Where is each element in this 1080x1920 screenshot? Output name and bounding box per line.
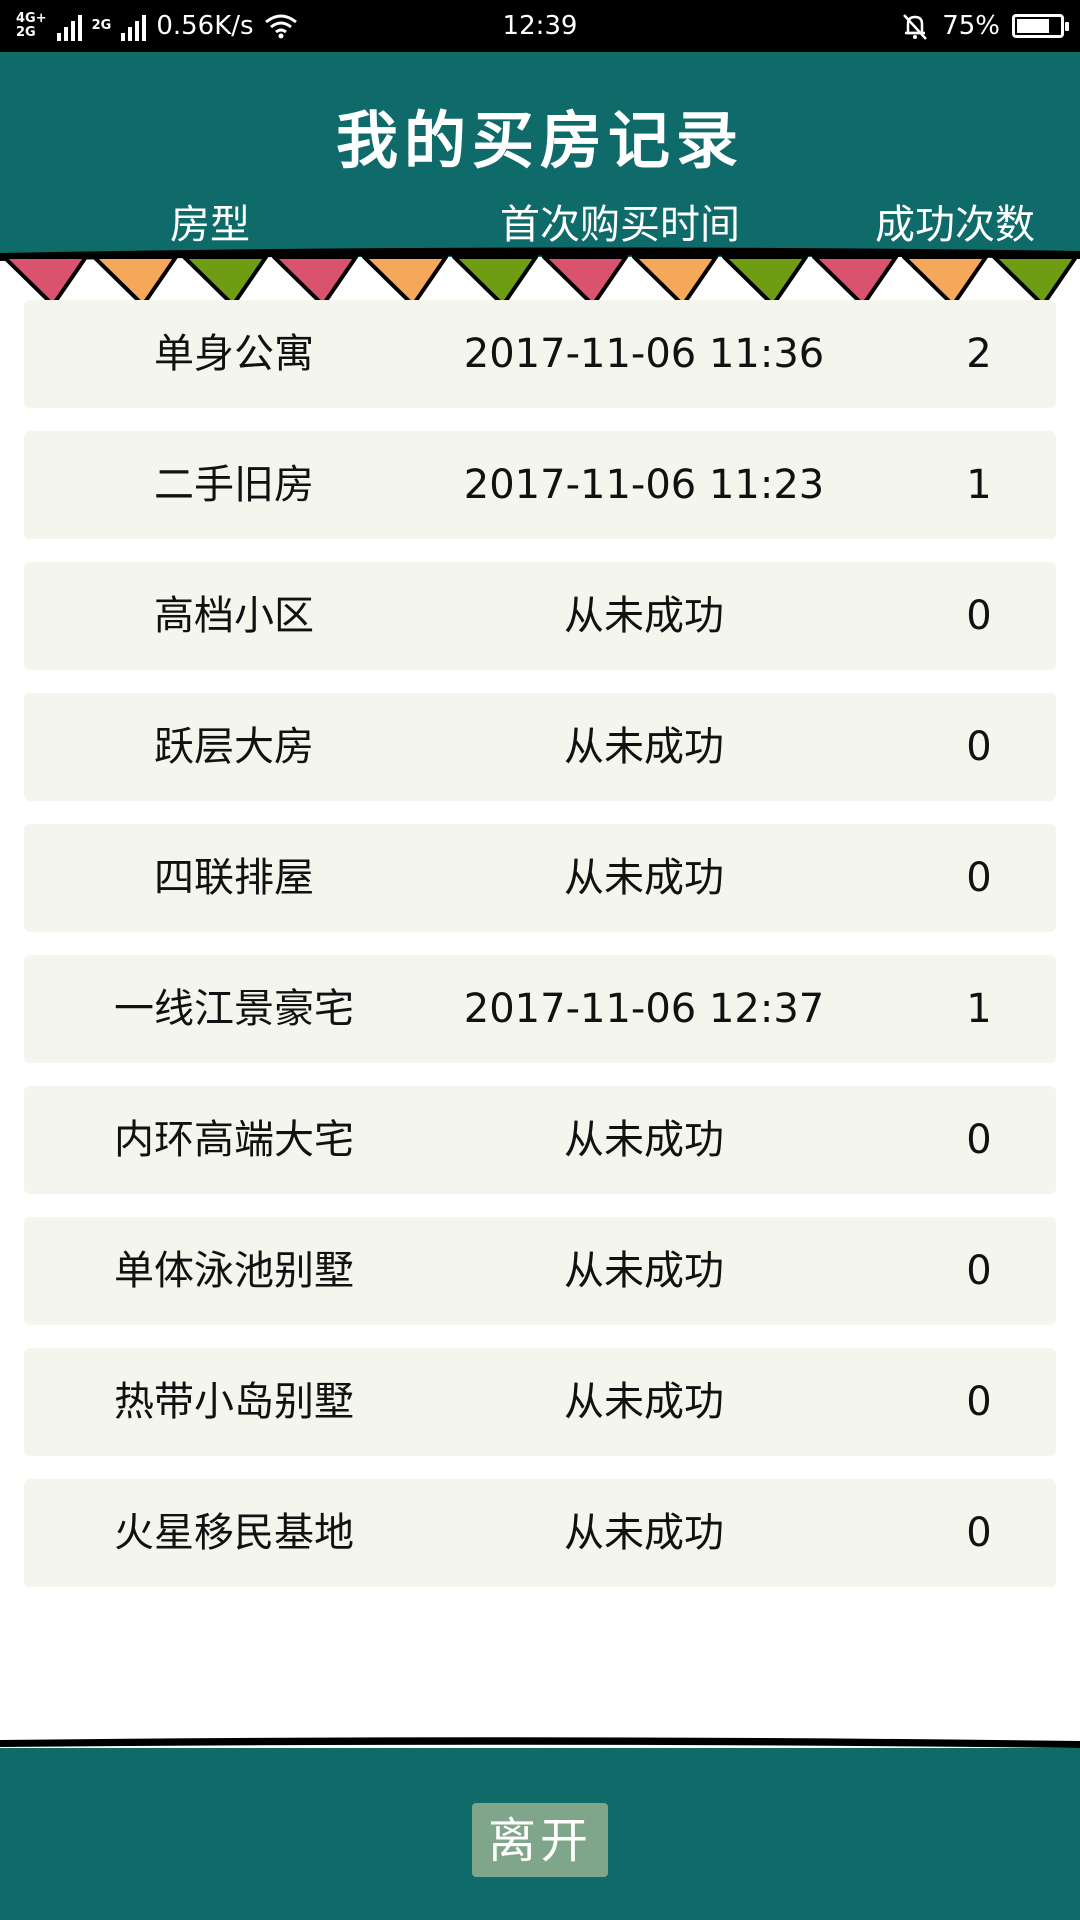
- table-row: 二手旧房 2017-11-06 11:23 1: [24, 431, 1056, 539]
- table-row: 跃层大房 从未成功 0: [24, 693, 1056, 801]
- house-type: 跃层大房: [154, 724, 314, 770]
- success-count: 0: [966, 1248, 992, 1294]
- success-count: 0: [966, 1510, 992, 1556]
- first-purchase-time: 从未成功: [564, 1379, 724, 1425]
- first-purchase-time: 2017-11-06 11:23: [463, 462, 825, 508]
- success-count: 0: [966, 593, 992, 639]
- first-purchase-time: 从未成功: [564, 1117, 724, 1163]
- table-row: 单体泳池别墅 从未成功 0: [24, 1217, 1056, 1325]
- bell-muted-icon: [903, 14, 928, 40]
- house-type: 二手旧房: [154, 462, 314, 508]
- pennant: [92, 255, 178, 307]
- pennant: [182, 255, 268, 307]
- house-type: 高档小区: [154, 593, 314, 639]
- house-type: 单身公寓: [154, 331, 314, 377]
- pennant: [272, 255, 358, 307]
- pennant: [542, 255, 628, 307]
- table-row: 内环高端大宅 从未成功 0: [24, 1086, 1056, 1194]
- column-header-count: 成功次数: [875, 202, 1035, 248]
- column-header-first-time: 首次购买时间: [500, 202, 740, 248]
- house-type: 单体泳池别墅: [114, 1248, 354, 1294]
- column-header-type: 房型: [170, 202, 250, 248]
- success-count: 1: [966, 986, 992, 1032]
- battery-icon: [1012, 14, 1069, 38]
- success-count: 0: [966, 855, 992, 901]
- pennant: [2, 255, 88, 307]
- pennant: [452, 255, 538, 307]
- first-purchase-time: 从未成功: [564, 593, 724, 639]
- house-type: 四联排屋: [154, 855, 314, 901]
- table-row: 热带小岛别墅 从未成功 0: [24, 1348, 1056, 1456]
- house-type: 火星移民基地: [114, 1510, 354, 1556]
- table-row: 四联排屋 从未成功 0: [24, 824, 1056, 932]
- pennant: [632, 255, 718, 307]
- header: 我的买房记录 房型 首次购买时间 成功次数: [0, 52, 1080, 257]
- first-purchase-time: 从未成功: [564, 1248, 724, 1294]
- table-row: 单身公寓 2017-11-06 11:36 2: [24, 300, 1056, 408]
- first-purchase-time: 2017-11-06 12:37: [463, 986, 825, 1032]
- table-row: 火星移民基地 从未成功 0: [24, 1479, 1056, 1587]
- success-count: 0: [966, 1379, 992, 1425]
- pennant: [812, 255, 898, 307]
- table-row: 高档小区 从未成功 0: [24, 562, 1056, 670]
- pennant: [362, 255, 448, 307]
- leave-button[interactable]: 离开: [472, 1803, 608, 1877]
- battery-level: [1017, 19, 1049, 33]
- success-count: 1: [966, 462, 992, 508]
- table-row: 一线江景豪宅 2017-11-06 12:37 1: [24, 955, 1056, 1063]
- success-count: 2: [966, 331, 992, 377]
- success-count: 0: [966, 1117, 992, 1163]
- first-purchase-time: 从未成功: [564, 1510, 724, 1556]
- page-title: 我的买房记录: [335, 104, 744, 177]
- first-purchase-time: 从未成功: [564, 855, 724, 901]
- battery-percent: 75%: [942, 11, 1000, 41]
- house-type: 一线江景豪宅: [114, 986, 354, 1032]
- status-bar: 4G+ 2G 2G 0.56K/s 12:39 75%: [0, 0, 1080, 52]
- pennant: [722, 255, 808, 307]
- footer: 离开: [0, 1748, 1080, 1920]
- first-purchase-time: 2017-11-06 11:36: [463, 331, 825, 377]
- pennant: [992, 255, 1078, 307]
- status-right: 75%: [900, 0, 1069, 52]
- first-purchase-time: 从未成功: [564, 724, 724, 770]
- success-count: 0: [966, 724, 992, 770]
- pennant: [902, 255, 988, 307]
- house-type: 内环高端大宅: [114, 1117, 354, 1163]
- house-type: 热带小岛别墅: [114, 1379, 354, 1425]
